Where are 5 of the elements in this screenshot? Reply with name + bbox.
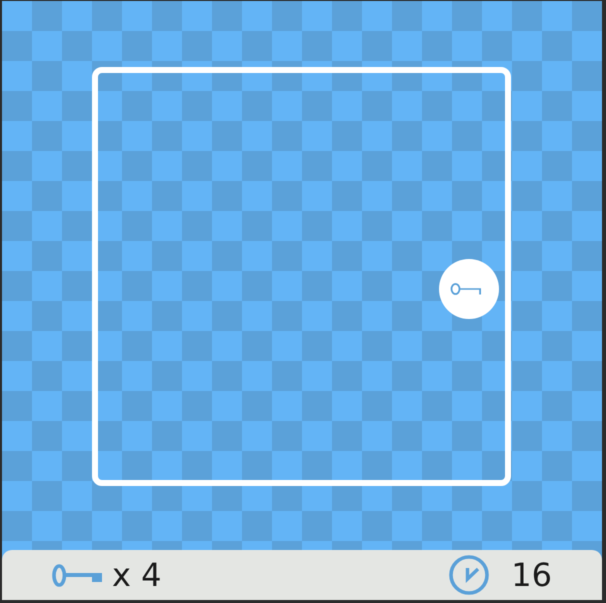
key-icon [439, 259, 499, 319]
key-count: x 4 [112, 559, 162, 591]
key-icon [52, 564, 102, 586]
timer-value: 16 [511, 559, 552, 591]
clock-icon [449, 555, 490, 595]
